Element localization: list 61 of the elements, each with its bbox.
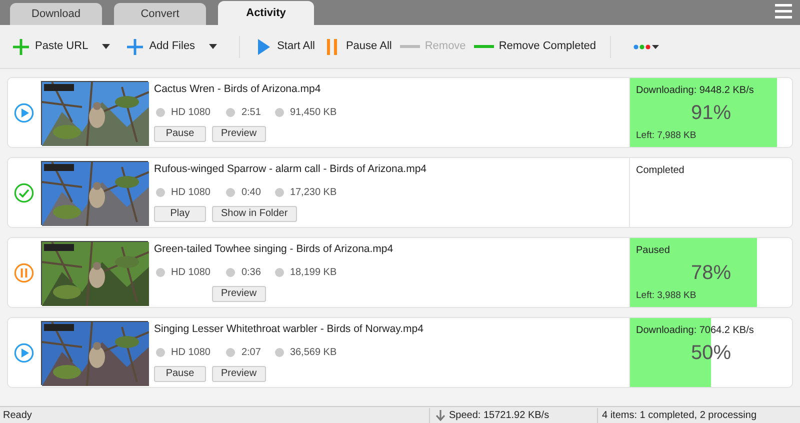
status-text: Ready bbox=[0, 408, 430, 422]
file-name: Cactus Wren - Birds of Arizona.mp4 bbox=[154, 82, 322, 97]
dot-icon bbox=[226, 268, 236, 277]
dot-icon bbox=[274, 268, 284, 277]
remaining-size: Left: 3,988 KB bbox=[636, 288, 696, 303]
quality-label: HD 1080 bbox=[171, 186, 210, 200]
duration-label: 2:07 bbox=[241, 346, 261, 360]
toolbar-button[interactable]: Add Files bbox=[126, 38, 196, 56]
toolbar-button[interactable]: Pause All bbox=[322, 38, 392, 56]
status-text: Paused bbox=[635, 244, 671, 258]
progress-percent: 91% bbox=[690, 101, 732, 126]
action-button[interactable]: Play bbox=[154, 206, 206, 222]
dot-icon bbox=[226, 108, 236, 117]
action-button[interactable]: Preview bbox=[212, 126, 266, 142]
size-label: 91,450 KB bbox=[290, 106, 337, 120]
dropdown-button[interactable] bbox=[102, 44, 110, 49]
duration-label: 0:40 bbox=[241, 186, 261, 200]
remaining-size: Left: 7,988 KB bbox=[636, 128, 696, 143]
dot-icon bbox=[226, 348, 236, 357]
size-label: 18,199 KB bbox=[290, 266, 337, 280]
size-label: 17,230 KB bbox=[290, 186, 337, 200]
tab[interactable]: Download bbox=[10, 3, 102, 25]
play-icon[interactable] bbox=[14, 102, 34, 122]
quality-label: HD 1080 bbox=[171, 346, 210, 360]
size-label: 36,569 KB bbox=[290, 346, 337, 360]
dot-icon bbox=[156, 108, 165, 117]
progress-percent: 78% bbox=[690, 261, 732, 286]
action-button[interactable]: Show in Folder bbox=[212, 206, 297, 222]
summary-text: 4 items: 1 completed, 2 processing bbox=[601, 408, 757, 422]
dot-icon bbox=[226, 188, 236, 197]
quality-label: HD 1080 bbox=[171, 106, 210, 120]
speed-text: Speed: 15721.92 KB/s bbox=[449, 408, 550, 422]
play-icon[interactable] bbox=[14, 342, 34, 362]
action-button[interactable]: Preview bbox=[212, 366, 266, 382]
pause-icon[interactable] bbox=[14, 262, 34, 282]
action-button[interactable]: Pause bbox=[154, 126, 206, 142]
tab[interactable]: Convert bbox=[114, 3, 206, 25]
tab[interactable]: Activity bbox=[218, 1, 314, 25]
toolbar-button[interactable]: Paste URL bbox=[12, 38, 88, 56]
dot-icon bbox=[156, 268, 165, 277]
file-name: Green-tailed Towhee singing - Birds of Arizona.mp4 bbox=[154, 242, 394, 257]
quality-label: HD 1080 bbox=[171, 266, 210, 280]
status-text: Downloading: 9448.2 KB/s bbox=[635, 84, 755, 98]
menu-icon[interactable] bbox=[775, 4, 792, 19]
dot-icon bbox=[156, 188, 165, 197]
toolbar-button[interactable]: Start All bbox=[254, 38, 315, 56]
status-text: Completed bbox=[635, 164, 686, 178]
duration-label: 2:51 bbox=[241, 106, 261, 120]
check-icon bbox=[14, 182, 34, 202]
toolbar-button[interactable]: Remove Completed bbox=[474, 38, 596, 55]
duration-label: 0:36 bbox=[241, 266, 261, 280]
action-button[interactable]: Preview bbox=[212, 286, 266, 302]
dot-icon bbox=[274, 188, 284, 197]
dot-icon bbox=[156, 348, 165, 357]
dot-icon bbox=[274, 348, 284, 357]
dot-icon bbox=[274, 108, 284, 117]
file-name: Rufous-winged Sparrow - alarm call - Birds of Arizona.mp4 bbox=[154, 162, 428, 177]
action-button[interactable]: Pause bbox=[154, 366, 206, 382]
dropdown-button[interactable] bbox=[209, 44, 218, 49]
file-name: Singing Lesser Whitethroat warbler - Birds of Norway.mp4 bbox=[154, 322, 424, 337]
download-arrow-icon bbox=[436, 410, 445, 420]
